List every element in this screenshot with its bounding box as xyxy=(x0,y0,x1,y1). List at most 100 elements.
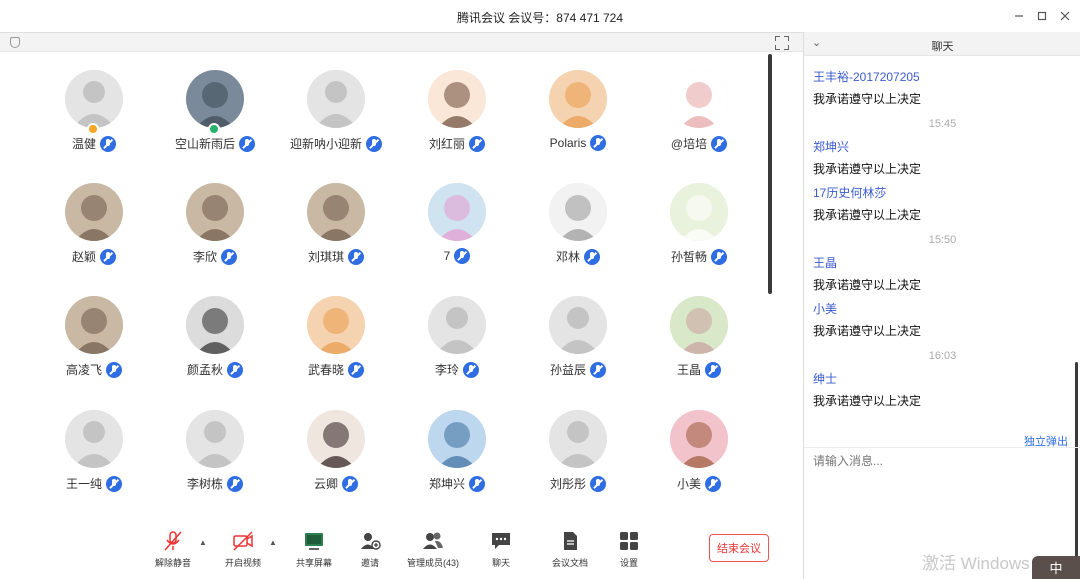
avatar xyxy=(549,296,607,354)
avatar xyxy=(186,296,244,354)
invite-button[interactable]: 邀请 xyxy=(340,530,400,576)
chat-sender: 小美 xyxy=(813,302,838,316)
participant-tile[interactable]: 孙皙畅 xyxy=(639,165,759,270)
participant-tile[interactable]: 高凌飞 xyxy=(34,278,154,383)
end-meeting-button[interactable]: 结束会议 xyxy=(709,534,769,562)
participant-name: 小美 xyxy=(676,477,701,491)
mic-muted-icon xyxy=(705,475,721,492)
participant-tile[interactable]: Polaris xyxy=(518,52,638,157)
avatar xyxy=(670,183,728,241)
chat-sender: 郑坤兴 xyxy=(813,140,850,154)
avatar xyxy=(65,183,123,241)
chat-message-text: 我承诺遵守以上决定 xyxy=(813,92,922,106)
mic-muted-icon xyxy=(584,248,600,265)
fullscreen-icon[interactable] xyxy=(775,36,789,50)
avatar xyxy=(428,296,486,354)
settings-button[interactable]: 设置 xyxy=(599,530,659,576)
participant-tile[interactable]: 小美 xyxy=(639,392,759,497)
participant-tile[interactable]: 刘彤彤 xyxy=(518,392,638,497)
participant-name-row: 温健 xyxy=(34,135,154,152)
participant-tile[interactable]: 云卿 xyxy=(276,392,396,497)
participant-tile[interactable]: @培培 xyxy=(639,52,759,157)
participant-tile[interactable]: 郑坤兴 xyxy=(397,392,517,497)
chat-panel: ⌄ 聊天 王丰裕-2017207205 我承诺遵守以上决定 15:45 郑坤兴 … xyxy=(803,32,1080,579)
mic-muted-icon xyxy=(348,248,364,265)
chat-scrollbar[interactable] xyxy=(1075,362,1078,562)
grid-scrollbar[interactable] xyxy=(768,54,772,294)
manage-members-label: 管理成员(43) xyxy=(406,558,459,568)
participant-name: 邓林 xyxy=(555,250,580,264)
audio-options-caret-icon[interactable]: ▲ xyxy=(199,538,207,547)
video-options-caret-icon[interactable]: ▲ xyxy=(269,538,277,547)
share-screen-button[interactable]: 共享屏幕 xyxy=(284,530,344,576)
settings-icon xyxy=(618,530,640,552)
participant-name: 刘琪琪 xyxy=(307,250,344,264)
mic-muted-icon xyxy=(100,135,116,152)
unmute-button[interactable]: 解除静音 xyxy=(143,530,203,576)
share-screen-label: 共享屏幕 xyxy=(295,558,332,568)
chat-button[interactable]: 聊天 xyxy=(471,530,531,576)
chat-sender: 17历史何林莎 xyxy=(813,186,887,200)
ime-indicator[interactable]: 中 xyxy=(1032,556,1080,579)
chat-messages: 王丰裕-2017207205 我承诺遵守以上决定 15:45 郑坤兴 我承诺遵守… xyxy=(804,56,1080,436)
participant-tile[interactable]: 空山新雨后 xyxy=(155,52,275,157)
mic-muted-icon xyxy=(239,135,255,152)
meeting-docs-button[interactable]: 会议文档 xyxy=(540,530,600,576)
participant-name: 刘红丽 xyxy=(428,137,465,151)
mic-muted-icon xyxy=(705,361,721,378)
participant-tile[interactable]: 武春晓 xyxy=(276,278,396,383)
mic-muted-icon xyxy=(469,135,485,152)
participant-tile[interactable]: 7 xyxy=(397,165,517,270)
meeting-toolbar: 解除静音 ▲ 开启视频 ▲ 共享屏幕 邀请 管理成员(43) 聊天 会议文档 设… xyxy=(0,522,803,579)
participant-tile[interactable]: 孙益辰 xyxy=(518,278,638,383)
participant-tile[interactable]: 颜孟秋 xyxy=(155,278,275,383)
chat-message-text: 我承诺遵守以上决定 xyxy=(813,162,922,176)
meeting-docs-label: 会议文档 xyxy=(551,558,588,568)
participant-name: 刘彤彤 xyxy=(549,477,586,491)
manage-members-button[interactable]: 管理成员(43) xyxy=(404,530,462,576)
participant-tile[interactable]: 李欣 xyxy=(155,165,275,270)
chat-title: 聊天 xyxy=(931,41,954,53)
participant-tile[interactable]: 李树栋 xyxy=(155,392,275,497)
participant-tile[interactable]: 温健 xyxy=(34,52,154,157)
mic-muted-icon xyxy=(348,361,364,378)
participant-name-row: @培培 xyxy=(639,135,759,152)
minimize-icon[interactable] xyxy=(1008,6,1030,26)
invite-label: 邀请 xyxy=(360,558,379,568)
start-video-button[interactable]: 开启视频 xyxy=(213,530,273,576)
participant-tile[interactable]: 邓林 xyxy=(518,165,638,270)
security-shield-icon[interactable] xyxy=(10,37,20,48)
avatar xyxy=(65,70,123,128)
participant-name: 云卿 xyxy=(313,477,338,491)
chat-sender: 绅士 xyxy=(813,372,838,386)
chat-timestamp: 16:03 xyxy=(928,350,957,362)
participant-name: 高凌飞 xyxy=(65,363,102,377)
members-icon xyxy=(422,530,444,552)
participant-name-row: 武春晓 xyxy=(276,361,396,378)
avatar xyxy=(670,70,728,128)
participant-name-row: 刘彤彤 xyxy=(518,475,638,492)
video-area-header xyxy=(0,32,803,52)
mic-muted-icon xyxy=(227,361,243,378)
chat-input[interactable] xyxy=(813,450,1063,472)
participant-name: 武春晓 xyxy=(307,363,344,377)
participant-tile[interactable]: 王晶 xyxy=(639,278,759,383)
participant-name-row: 空山新雨后 xyxy=(155,135,275,152)
avatar xyxy=(428,410,486,468)
close-icon[interactable] xyxy=(1054,6,1076,26)
participant-tile[interactable]: 李玲 xyxy=(397,278,517,383)
mic-muted-icon xyxy=(227,475,243,492)
participant-tile[interactable]: 刘琪琪 xyxy=(276,165,396,270)
participant-tile[interactable]: 王一纯 xyxy=(34,392,154,497)
participant-name-row: 邓林 xyxy=(518,248,638,265)
participant-tile[interactable]: 赵颖 xyxy=(34,165,154,270)
chat-timestamp: 15:45 xyxy=(928,118,957,130)
camera-off-icon xyxy=(232,530,254,552)
participant-tile[interactable]: 迎新呐小迎新 xyxy=(276,52,396,157)
participant-tile[interactable]: 刘红丽 xyxy=(397,52,517,157)
participant-name: 孙益辰 xyxy=(549,363,586,377)
maximize-icon[interactable] xyxy=(1031,6,1053,26)
participant-name-row: 王一纯 xyxy=(34,475,154,492)
start-video-label: 开启视频 xyxy=(224,558,261,568)
windows-activation-watermark: 激活 Windows xyxy=(922,554,1030,573)
